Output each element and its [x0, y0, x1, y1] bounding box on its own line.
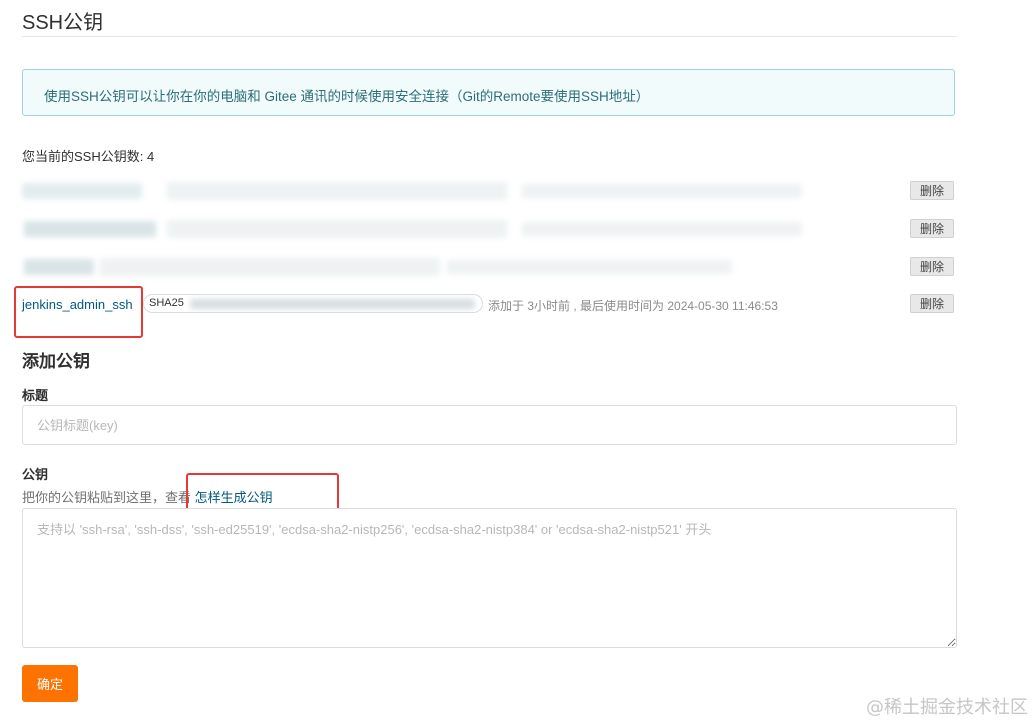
public-key-textarea[interactable]: [22, 508, 957, 648]
hint-prefix: 把你的公钥粘贴到这里，查看: [22, 490, 195, 505]
title-label: 标题: [22, 388, 49, 403]
key-count: 您当前的SSH公钥数: 4: [22, 149, 155, 164]
key-row: 删除: [22, 219, 957, 243]
add-key-title: 添加公钥: [22, 352, 90, 371]
redacted-key-name: [22, 183, 142, 199]
redacted-meta: [522, 222, 802, 236]
delete-button[interactable]: 删除: [910, 181, 954, 200]
redacted-meta: [522, 184, 802, 198]
redacted-fingerprint: [190, 299, 475, 309]
key-row: 删除: [22, 257, 957, 281]
redacted-fingerprint: [167, 220, 507, 238]
key-name-highlight: [14, 286, 143, 338]
page-title: SSH公钥: [22, 12, 104, 34]
delete-button[interactable]: 删除: [910, 257, 954, 276]
title-divider: [22, 36, 957, 37]
submit-button[interactable]: 确定: [22, 665, 78, 702]
fingerprint-text: SHA25: [149, 297, 184, 309]
key-row: 删除: [22, 181, 957, 205]
redacted-fingerprint: [167, 182, 507, 200]
delete-button[interactable]: 删除: [910, 219, 954, 238]
key-label: 公钥: [22, 467, 49, 482]
redacted-meta: [447, 260, 732, 274]
redacted-fingerprint: [100, 258, 440, 276]
redacted-key-name: [24, 259, 94, 275]
key-row: jenkins_admin_ssh SHA25 添加于 3小时前 , 最后使用时…: [22, 294, 957, 318]
info-box: 使用SSH公钥可以让你在你的电脑和 Gitee 通讯的时候使用安全连接（Git的…: [22, 69, 955, 116]
delete-button[interactable]: 删除: [910, 294, 954, 313]
info-text: 使用SSH公钥可以让你在你的电脑和 Gitee 通讯的时候使用安全连接（Git的…: [44, 89, 650, 104]
watermark: @稀土掘金技术社区: [866, 697, 1028, 718]
fingerprint-box: SHA25: [143, 294, 483, 313]
key-title-input[interactable]: [22, 405, 957, 445]
key-meta: 添加于 3小时前 , 最后使用时间为 2024-05-30 11:46:53: [488, 299, 778, 313]
redacted-key-name: [24, 221, 156, 237]
